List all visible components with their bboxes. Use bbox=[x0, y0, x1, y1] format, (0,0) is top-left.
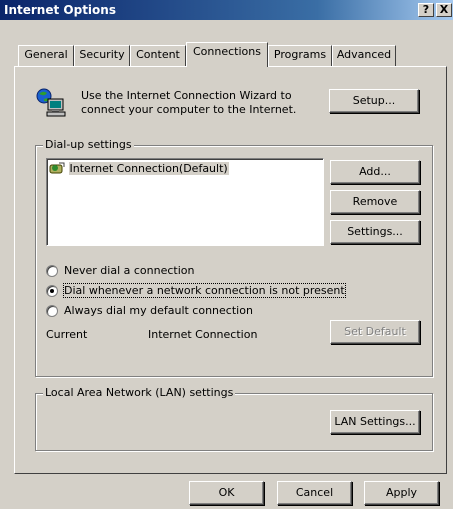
set-default-button[interactable]: Set Default bbox=[330, 320, 420, 344]
remove-button[interactable]: Remove bbox=[330, 190, 420, 214]
dialup-settings-label: Dial-up settings bbox=[43, 138, 134, 151]
setup-button[interactable]: Setup... bbox=[329, 89, 419, 113]
dial-whenever-label[interactable]: Dial whenever a network connection is no… bbox=[63, 283, 346, 298]
lan-settings-group: Local Area Network (LAN) settings LAN Se… bbox=[35, 386, 433, 451]
radio-always-dial[interactable] bbox=[46, 305, 58, 317]
close-button[interactable]: X bbox=[436, 3, 452, 17]
connection-name: Internet Connection(Default) bbox=[68, 161, 229, 175]
settings-button[interactable]: Settings... bbox=[330, 220, 420, 244]
dialup-settings-group: Dial-up settings Internet Connection(Def… bbox=[35, 138, 433, 377]
never-dial-label[interactable]: Never dial a connection bbox=[64, 264, 194, 277]
tab-advanced[interactable]: Advanced bbox=[332, 45, 396, 66]
tab-content[interactable]: Content bbox=[130, 45, 186, 66]
lan-settings-label: Local Area Network (LAN) settings bbox=[43, 386, 236, 399]
lan-settings-button[interactable]: LAN Settings... bbox=[330, 410, 420, 434]
always-dial-label[interactable]: Always dial my default connection bbox=[64, 304, 253, 317]
tab-security[interactable]: Security bbox=[74, 45, 130, 66]
radio-dial-whenever[interactable] bbox=[46, 285, 58, 297]
tab-general[interactable]: General bbox=[18, 45, 74, 66]
window-title: Internet Options bbox=[4, 3, 116, 17]
connection-wizard-icon bbox=[35, 87, 67, 119]
current-connection-value: Internet Connection bbox=[148, 328, 258, 341]
help-button[interactable]: ? bbox=[418, 3, 434, 17]
apply-button[interactable]: Apply bbox=[364, 481, 439, 505]
tab-programs[interactable]: Programs bbox=[268, 45, 332, 66]
tab-connections[interactable]: Connections bbox=[186, 42, 268, 67]
cancel-button[interactable]: Cancel bbox=[277, 481, 352, 505]
connections-list[interactable]: Internet Connection(Default) bbox=[46, 158, 324, 246]
add-button[interactable]: Add... bbox=[330, 160, 420, 184]
dialup-connection-icon bbox=[49, 161, 65, 175]
wizard-text-line2: connect your computer to the Internet. bbox=[81, 103, 297, 116]
connections-panel: Use the Internet Connection Wizard to co… bbox=[14, 66, 447, 474]
radio-never-dial[interactable] bbox=[46, 265, 58, 277]
title-bar[interactable]: Internet Options ? X bbox=[0, 0, 453, 20]
list-item[interactable]: Internet Connection(Default) bbox=[49, 161, 229, 177]
ok-button[interactable]: OK bbox=[189, 481, 264, 505]
current-label: Current bbox=[46, 328, 88, 341]
wizard-text-line1: Use the Internet Connection Wizard to bbox=[81, 89, 292, 102]
